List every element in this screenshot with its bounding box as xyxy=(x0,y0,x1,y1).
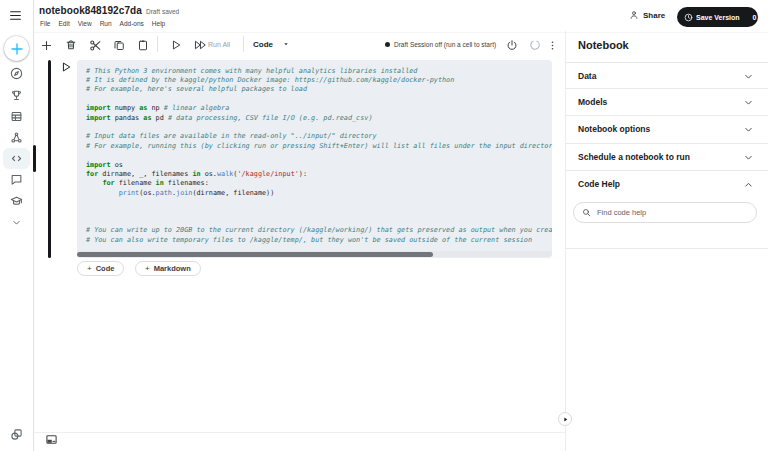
rp-section-label: Code Help xyxy=(578,179,620,189)
run-all-label[interactable]: Run All xyxy=(208,41,230,48)
rp-section-models[interactable]: Models xyxy=(578,89,754,115)
caret-down-icon[interactable] xyxy=(282,40,290,48)
draft-status: Draft saved xyxy=(146,8,179,15)
left-sidebar xyxy=(0,31,33,451)
save-version-label: Save Version xyxy=(696,14,740,21)
code-cell[interactable]: # This Python 3 environment comes with m… xyxy=(77,60,552,258)
kebab-menu-icon[interactable] xyxy=(544,37,560,53)
chevron-down-icon xyxy=(743,97,754,108)
version-count[interactable]: 0 xyxy=(749,14,762,21)
panel-collapse-handle[interactable] xyxy=(558,412,572,426)
toolbar-divider-2 xyxy=(243,36,244,52)
right-panel-divider xyxy=(565,31,566,451)
add-code-button[interactable]: +Code xyxy=(77,261,124,276)
save-version-button[interactable]: Save Version 0 xyxy=(677,7,758,27)
header-border xyxy=(33,32,768,33)
app-header: notebook848192c7da Draft saved File Edit V… xyxy=(0,0,768,31)
sidebar-item-learn[interactable] xyxy=(0,191,33,212)
cut-cell-icon[interactable] xyxy=(87,37,103,53)
discussions-icon xyxy=(10,173,23,186)
paste-cell-icon[interactable] xyxy=(135,37,151,53)
rp-section-code-help[interactable]: Code Help xyxy=(578,171,754,197)
sidebar-item-competitions[interactable] xyxy=(0,85,33,106)
share-icon xyxy=(629,10,639,20)
code-icon xyxy=(10,152,23,165)
menu-item-add-ons[interactable]: Add-ons xyxy=(120,20,144,27)
run-all-icon[interactable] xyxy=(192,37,208,53)
search-input[interactable] xyxy=(597,208,727,217)
active-events-icon[interactable] xyxy=(10,428,23,441)
rp-section-label: Models xyxy=(578,97,607,107)
add-cell-icon[interactable] xyxy=(38,37,54,53)
add-markdown-button[interactable]: +Markdown xyxy=(135,261,201,276)
share-label: Share xyxy=(643,11,665,20)
rp-section-label: Data xyxy=(578,71,596,81)
code-help-search[interactable] xyxy=(573,202,757,223)
copy-cell-icon[interactable] xyxy=(111,37,127,53)
rp-section-notebook-options[interactable]: Notebook options xyxy=(578,116,754,142)
session-status: Draft Session off (run a cell to start) xyxy=(385,41,496,48)
menu-item-view[interactable]: View xyxy=(78,20,92,27)
run-cell-icon[interactable] xyxy=(60,61,72,73)
compass-icon xyxy=(10,67,23,80)
delete-cell-icon[interactable] xyxy=(63,37,79,53)
chevron-up-icon xyxy=(743,179,754,190)
sidebar-item-more[interactable] xyxy=(0,212,33,233)
bottom-divider xyxy=(34,432,565,433)
sidebar-item-code[interactable] xyxy=(0,148,33,169)
session-status-text: Draft Session off (run a cell to start) xyxy=(394,41,496,48)
chevron-down-icon xyxy=(743,71,754,82)
cell-focus-bar xyxy=(48,60,51,258)
menu-item-help[interactable]: Help xyxy=(152,20,165,27)
menu-item-file[interactable]: File xyxy=(40,20,50,27)
rp-section-schedule-a-notebook-to-run[interactable]: Schedule a notebook to run xyxy=(578,144,754,170)
menu-item-run[interactable]: Run xyxy=(100,20,112,27)
session-circle-icon[interactable] xyxy=(527,37,543,53)
code-editor[interactable]: # This Python 3 environment comes with m… xyxy=(86,67,552,246)
sidebar-item-home[interactable] xyxy=(0,63,33,84)
console-icon[interactable] xyxy=(45,433,58,446)
chevron-down-icon xyxy=(11,217,22,228)
toolbar-divider xyxy=(157,36,158,52)
sidebar-item-models[interactable] xyxy=(0,127,33,148)
hamburger-menu-icon[interactable] xyxy=(9,10,22,21)
share-button[interactable]: Share xyxy=(629,10,665,20)
sidebar-divider xyxy=(33,0,34,451)
rp-divider xyxy=(566,248,768,249)
chevron-down-icon xyxy=(743,124,754,135)
sidebar-item-discussions[interactable] xyxy=(0,169,33,190)
session-dot-icon xyxy=(385,42,390,47)
rp-section-label: Schedule a notebook to run xyxy=(578,152,690,162)
run-icon[interactable] xyxy=(168,37,184,53)
sidebar-active-indicator xyxy=(33,145,36,172)
power-icon[interactable] xyxy=(504,37,520,53)
rp-section-data[interactable]: Data xyxy=(578,63,754,89)
rp-section-label: Notebook options xyxy=(578,124,650,134)
right-panel-title: Notebook xyxy=(578,39,629,51)
sidebar-item-datasets[interactable] xyxy=(0,106,33,127)
trophy-icon xyxy=(10,89,23,102)
menu-bar: File Edit View Run Add-ons Help xyxy=(40,20,165,27)
cell-hscrollbar-thumb[interactable] xyxy=(77,252,433,258)
menu-item-edit[interactable]: Edit xyxy=(58,20,69,27)
datasets-icon xyxy=(10,110,23,123)
models-icon xyxy=(10,131,23,144)
search-icon xyxy=(582,208,591,217)
cell-type-selector[interactable]: Code xyxy=(253,40,273,49)
learn-icon xyxy=(10,195,23,208)
create-button[interactable] xyxy=(4,36,29,61)
notebook-title[interactable]: notebook848192c7da xyxy=(39,5,142,16)
history-clock-icon xyxy=(684,13,693,22)
chevron-down-icon xyxy=(743,152,754,163)
